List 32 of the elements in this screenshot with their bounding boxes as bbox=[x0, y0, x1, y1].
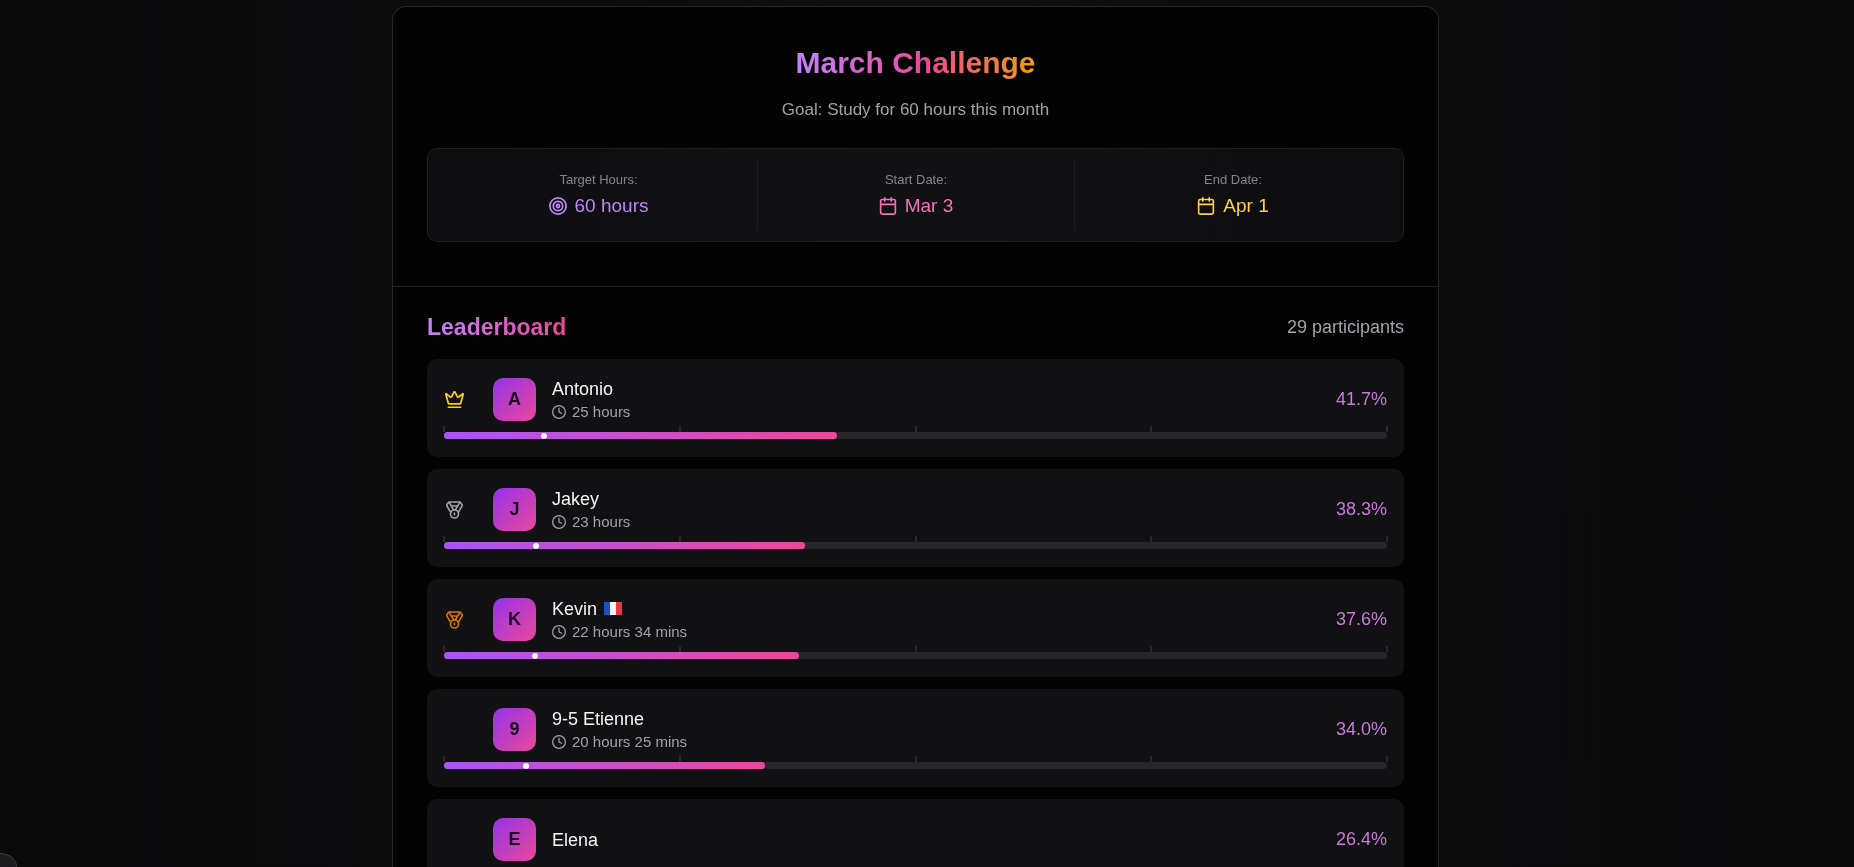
clock-icon bbox=[552, 734, 566, 749]
player-name: Elena bbox=[552, 828, 599, 851]
floating-button[interactable] bbox=[0, 853, 17, 867]
stat-label: Target Hours: bbox=[559, 172, 638, 188]
stat-label: End Date: bbox=[1204, 172, 1262, 188]
clock-icon bbox=[552, 624, 566, 639]
avatar: E bbox=[493, 818, 536, 861]
player-name: 9-5 Etienne bbox=[552, 707, 645, 730]
stat-value: Mar 3 bbox=[904, 194, 954, 218]
progress-percent: 38.3% bbox=[1335, 499, 1387, 520]
avatar: K bbox=[493, 598, 536, 641]
time-spent: 23 hours bbox=[572, 511, 631, 532]
progress-percent: 34.0% bbox=[1335, 719, 1387, 740]
stat-label: Start Date: bbox=[884, 172, 948, 188]
player-name: Antonio bbox=[552, 377, 614, 400]
player-name: Kevin bbox=[552, 597, 598, 620]
stat-value: Apr 1 bbox=[1223, 194, 1269, 218]
clock-icon bbox=[552, 404, 566, 419]
clock-icon bbox=[552, 514, 566, 529]
time-spent: 25 hours bbox=[572, 401, 631, 422]
stat-value: 60 hours bbox=[574, 194, 649, 218]
avatar: A bbox=[493, 378, 536, 421]
goal-text: Goal: Study for 60 hours this month bbox=[780, 99, 1051, 121]
time-spent: 20 hours 25 mins bbox=[572, 731, 688, 752]
time-spent: 22 hours 34 mins bbox=[572, 621, 688, 642]
progress-percent: 26.4% bbox=[1335, 829, 1387, 850]
progress-percent: 41.7% bbox=[1335, 389, 1387, 410]
avatar: 9 bbox=[493, 708, 536, 751]
participant-count: 29 participants bbox=[1286, 316, 1404, 338]
avatar: J bbox=[493, 488, 536, 531]
progress-percent: 37.6% bbox=[1335, 609, 1387, 630]
player-name: Jakey bbox=[552, 487, 600, 510]
